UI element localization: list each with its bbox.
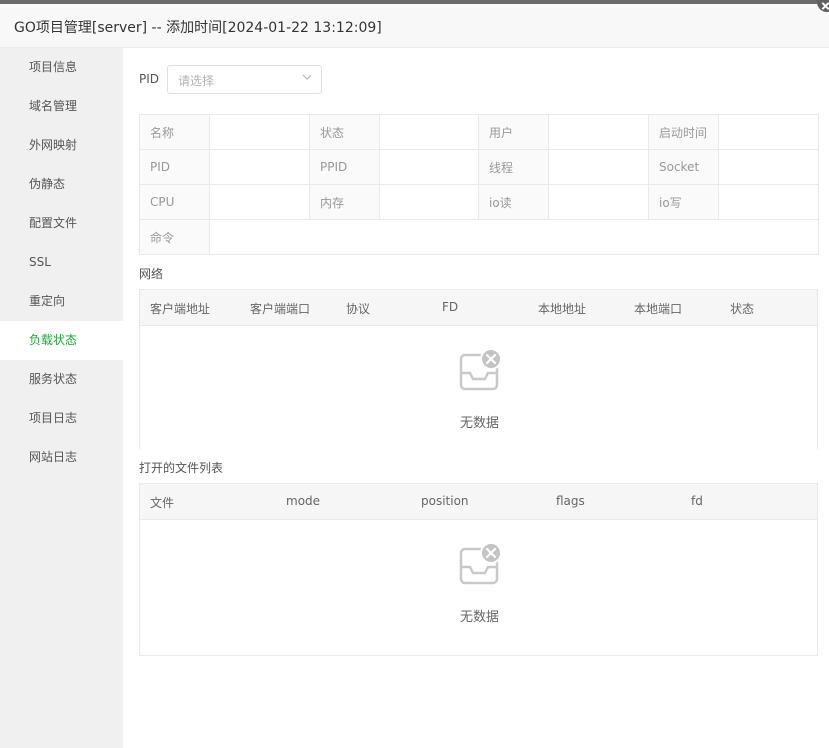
network-empty-state: 无数据 bbox=[140, 326, 817, 448]
info-key: 用户 bbox=[478, 114, 549, 150]
open-files-table-header: 文件 mode position flags fd bbox=[140, 484, 817, 520]
sidebar-item-rewrite[interactable]: 伪静态 bbox=[0, 165, 123, 204]
network-table: 客户端地址 客户端端口 协议 FD 本地地址 本地端口 状态 无数据 bbox=[139, 289, 818, 449]
pid-label: PID bbox=[139, 72, 160, 86]
info-key: 启动时间 bbox=[648, 114, 719, 150]
sidebar-item-project-info[interactable]: 项目信息 bbox=[0, 48, 123, 87]
info-key: io读 bbox=[478, 184, 549, 220]
command-label: 命令 bbox=[139, 219, 210, 255]
column-header[interactable]: mode bbox=[286, 494, 320, 508]
chevron-down-icon bbox=[302, 74, 312, 80]
column-header[interactable]: 客户端端口 bbox=[250, 300, 310, 317]
column-header[interactable]: flags bbox=[556, 494, 585, 508]
info-key: Socket bbox=[648, 149, 719, 185]
network-empty-text: 无数据 bbox=[459, 416, 499, 431]
files-empty-text: 无数据 bbox=[459, 610, 499, 625]
files-empty-state: 无数据 bbox=[140, 520, 817, 655]
table-row: CPU 内存 io读 io写 bbox=[139, 184, 819, 220]
info-value bbox=[379, 184, 479, 220]
info-value bbox=[209, 114, 310, 150]
info-value bbox=[209, 149, 310, 185]
info-value bbox=[548, 184, 649, 220]
window-header: GO项目管理[server] -- 添加时间[2024-01-22 13:12:… bbox=[0, 4, 829, 48]
info-value bbox=[718, 149, 819, 185]
command-value bbox=[209, 219, 819, 255]
column-header[interactable]: 客户端地址 bbox=[150, 300, 210, 317]
info-value bbox=[379, 149, 479, 185]
table-row: 名称 状态 用户 启动时间 bbox=[139, 114, 819, 150]
files-section-title: 打开的文件列表 bbox=[139, 461, 224, 475]
pid-select-placeholder: 请选择 bbox=[178, 74, 215, 88]
column-header[interactable]: 协议 bbox=[346, 300, 370, 317]
info-value bbox=[718, 114, 819, 150]
column-header[interactable]: 本地端口 bbox=[634, 300, 682, 317]
column-header[interactable]: position bbox=[421, 494, 469, 508]
info-key: CPU bbox=[139, 184, 210, 220]
open-files-table: 文件 mode position flags fd 无数据 bbox=[139, 483, 818, 656]
table-row: PID PPID 线程 Socket bbox=[139, 149, 819, 185]
column-header[interactable]: FD bbox=[442, 300, 458, 314]
info-key: 线程 bbox=[478, 149, 549, 185]
sidebar-item-ssl[interactable]: SSL bbox=[0, 243, 123, 282]
network-table-header: 客户端地址 客户端端口 协议 FD 本地地址 本地端口 状态 bbox=[140, 290, 817, 326]
column-header[interactable]: 状态 bbox=[730, 300, 754, 317]
sidebar-item-service-status[interactable]: 服务状态 bbox=[0, 360, 123, 399]
table-row: 命令 bbox=[139, 219, 819, 255]
info-key: PPID bbox=[309, 149, 380, 185]
sidebar-item-domain[interactable]: 域名管理 bbox=[0, 87, 123, 126]
sidebar-item-site-log[interactable]: 网站日志 bbox=[0, 438, 123, 477]
info-value bbox=[718, 184, 819, 220]
sidebar-item-config-file[interactable]: 配置文件 bbox=[0, 204, 123, 243]
sidebar-item-load-status[interactable]: 负载状态 bbox=[0, 321, 123, 360]
info-key: 名称 bbox=[139, 114, 210, 150]
info-value bbox=[209, 184, 310, 220]
column-header[interactable]: 文件 bbox=[150, 494, 174, 511]
info-key: PID bbox=[139, 149, 210, 185]
info-value bbox=[548, 114, 649, 150]
empty-inbox-icon bbox=[459, 542, 502, 585]
info-key: io写 bbox=[648, 184, 719, 220]
info-value bbox=[548, 149, 649, 185]
info-value bbox=[379, 114, 479, 150]
pid-select[interactable]: 请选择 bbox=[167, 65, 322, 94]
sidebar: 项目信息 域名管理 外网映射 伪静态 配置文件 SSL 重定向 负载状态 服务状… bbox=[0, 48, 123, 748]
info-key: 内存 bbox=[309, 184, 380, 220]
sidebar-item-redirect[interactable]: 重定向 bbox=[0, 282, 123, 321]
process-info-table: 名称 状态 用户 启动时间 PID PPID 线程 Socket CPU 内存 … bbox=[139, 114, 819, 255]
sidebar-item-project-log[interactable]: 项目日志 bbox=[0, 399, 123, 438]
column-header[interactable]: fd bbox=[691, 494, 703, 508]
network-section-title: 网络 bbox=[139, 267, 164, 281]
empty-inbox-icon bbox=[459, 348, 502, 391]
sidebar-item-external-mapping[interactable]: 外网映射 bbox=[0, 126, 123, 165]
window-title: GO项目管理[server] -- 添加时间[2024-01-22 13:12:… bbox=[14, 20, 382, 36]
column-header[interactable]: 本地地址 bbox=[538, 300, 586, 317]
info-key: 状态 bbox=[309, 114, 380, 150]
